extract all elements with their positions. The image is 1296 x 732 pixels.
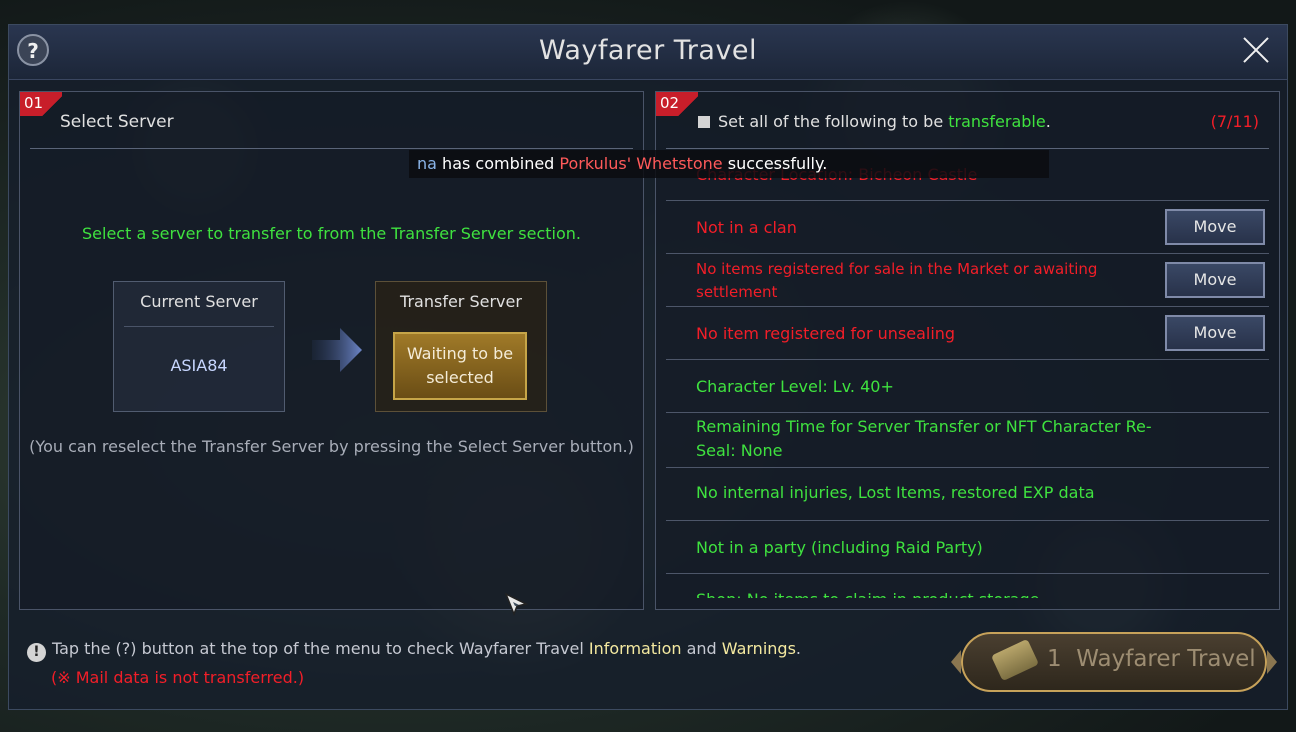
window-title: Wayfarer Travel (538, 35, 758, 66)
set-all-checkbox[interactable] (698, 116, 710, 128)
cursor-icon (504, 592, 528, 616)
title-bar: ? Wayfarer Travel (9, 25, 1287, 80)
toast-item-name: Porkulus' Whetstone (559, 154, 723, 173)
condition-text: Character Level: Lv. 40+ (696, 377, 894, 396)
condition-text: Remaining Time for Server Transfer or NF… (696, 417, 1152, 460)
divider (124, 326, 274, 327)
condition-text: Not in a clan (696, 218, 797, 237)
step-number-02: 02 (656, 92, 698, 116)
transferable-keyword: transferable (948, 112, 1046, 131)
condition-text: Not in a party (including Raid Party) (696, 538, 983, 557)
wayfarer-travel-button[interactable]: 1 Wayfarer Travel (951, 630, 1277, 694)
condition-row-shop: Shop: No items to claim in product stora… (666, 574, 1269, 598)
mail-warning: (※ Mail data is not transferred.) (51, 668, 305, 687)
current-server-box: Current Server ASIA84 (113, 281, 285, 412)
select-transfer-server-button[interactable]: Waiting to be selected (393, 332, 527, 400)
condition-row-remaining-time: Remaining Time for Server Transfer or NF… (666, 413, 1269, 468)
info-icon: ! (27, 643, 46, 662)
current-server-value: ASIA84 (170, 356, 228, 375)
toast-player-name: na (417, 154, 437, 173)
condition-text: Shop: No items to claim in product stora… (696, 588, 1040, 598)
condition-text: No internal injuries, Lost Items, restor… (696, 483, 1095, 502)
move-button-market[interactable]: Move (1165, 262, 1265, 298)
step-number-01: 01 (20, 92, 62, 116)
wayfarer-travel-window: ? Wayfarer Travel 01 Select Server Selec… (8, 24, 1288, 710)
select-server-instruction: Select a server to transfer to from the … (82, 224, 581, 243)
footer-info: ! Tap the (?) button at the top of the me… (27, 639, 801, 662)
set-all-label: Set all of the following to be transfera… (718, 112, 1051, 131)
divider (30, 148, 633, 149)
condition-row-unsealing: No item registered for unsealing Move (666, 307, 1269, 360)
arrow-right-icon (312, 328, 362, 372)
condition-text: No item registered for unsealing (696, 324, 956, 343)
information-link[interactable]: Information (589, 639, 682, 658)
close-icon[interactable] (1241, 35, 1271, 65)
condition-row-clan: Not in a clan Move (666, 201, 1269, 254)
warnings-link[interactable]: Warnings (722, 639, 796, 658)
condition-row-injuries: No internal injuries, Lost Items, restor… (666, 468, 1269, 521)
transfer-server-label: Transfer Server (400, 292, 522, 311)
travel-button-label: 1 Wayfarer Travel (1047, 646, 1256, 672)
condition-row-market: No items registered for sale in the Mark… (666, 254, 1269, 307)
select-server-title: Select Server (60, 112, 174, 132)
condition-row-party: Not in a party (including Raid Party) (666, 521, 1269, 574)
condition-row-level: Character Level: Lv. 40+ (666, 360, 1269, 413)
condition-count: (7/11) (1210, 112, 1259, 131)
notification-toast: na has combined Porkulus' Whetstone succ… (409, 150, 1049, 178)
move-button-unsealing[interactable]: Move (1165, 315, 1265, 351)
condition-text: No items registered for sale in the Mark… (696, 260, 1098, 301)
current-server-label: Current Server (140, 292, 258, 311)
reselect-note: (You can reselect the Transfer Server by… (29, 437, 634, 456)
move-button-clan[interactable]: Move (1165, 209, 1265, 245)
transfer-server-box: Transfer Server Waiting to be selected (375, 281, 547, 412)
